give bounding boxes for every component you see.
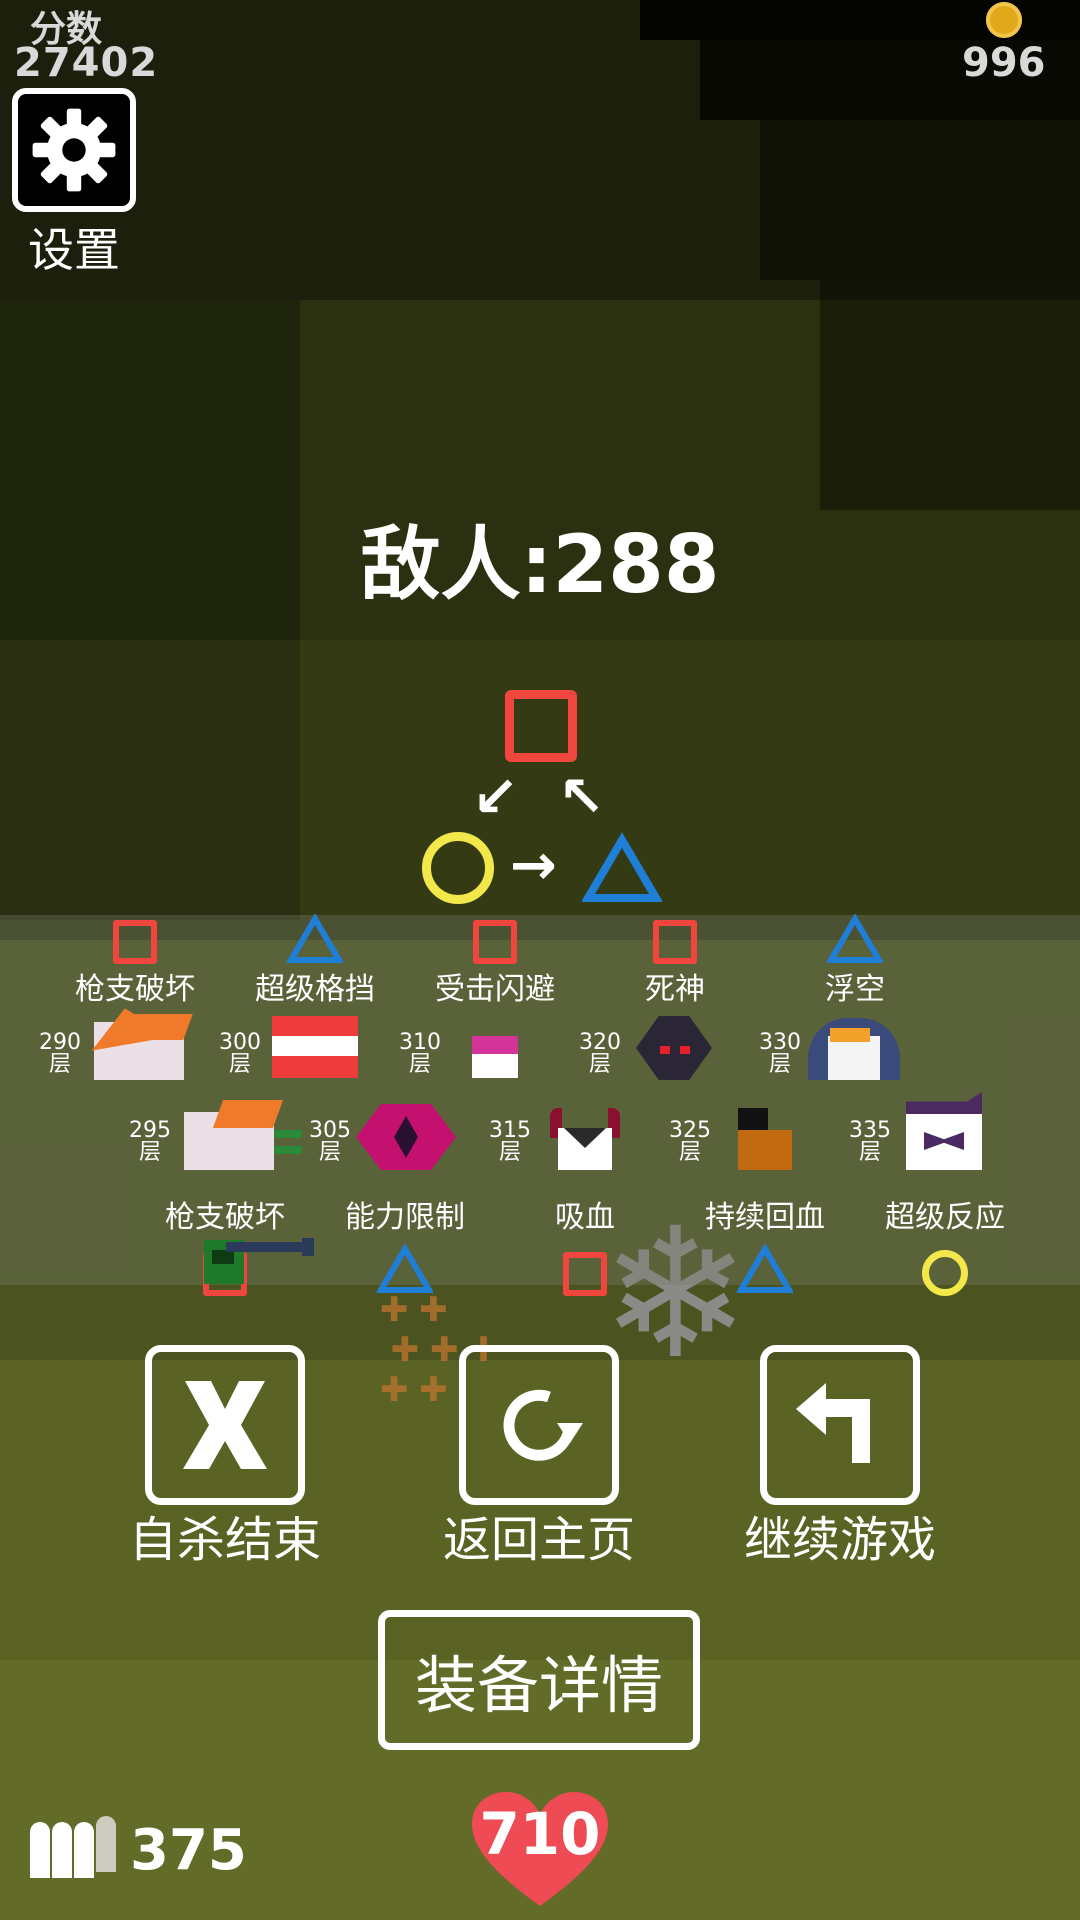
settings-button[interactable]	[12, 88, 136, 212]
skill-bottom-4: 持续回血	[680, 1192, 850, 1294]
equipment-details-label: 装备详情	[414, 1649, 663, 1722]
floor-marker: 315 层	[480, 1120, 540, 1164]
floor-unit: 层	[498, 1140, 521, 1165]
gear-icon	[32, 108, 116, 192]
suicide-end-button[interactable]	[145, 1345, 305, 1505]
boss-portrait-orange-hair	[85, 1001, 193, 1080]
skill-label: 受击闪避	[435, 972, 555, 1007]
boss-portrait-striped-flag	[272, 1016, 358, 1078]
skill-label: 超级格挡	[255, 972, 375, 1007]
skill-top-3: 受击闪避	[410, 920, 580, 1008]
cycle-square-icon	[505, 690, 577, 762]
floor-number: 295	[129, 1118, 171, 1143]
triangle-icon	[827, 914, 883, 963]
skill-label: 超级反应	[885, 1200, 1005, 1235]
player-character	[202, 1236, 314, 1294]
shape-cycle-diagram: ↙ ↖ →	[410, 680, 670, 910]
cycle-circle-icon	[422, 832, 494, 904]
floor-unit: 层	[768, 1052, 791, 1077]
return-home-button[interactable]	[459, 1345, 619, 1505]
skill-top-5: 浮空	[770, 914, 940, 1008]
x-icon	[183, 1381, 267, 1469]
triangle-icon	[737, 1244, 793, 1293]
triangle-icon	[287, 914, 343, 963]
bullets-icon	[30, 1812, 120, 1878]
skill-label: 持续回血	[705, 1200, 825, 1235]
triangle-icon	[377, 1244, 433, 1293]
floor-marker: 320 层	[570, 1032, 630, 1076]
floor-marker: 295 层	[120, 1120, 180, 1164]
floor-number: 325	[669, 1118, 711, 1143]
arrow-right-icon: →	[510, 833, 557, 898]
floor-marker: 290 层	[30, 1032, 90, 1076]
boss-portrait-reaper	[626, 1016, 722, 1080]
floor-number: 330	[759, 1030, 801, 1055]
skill-bottom-5: 超级反应	[860, 1192, 1030, 1296]
floor-marker: 325 层	[660, 1120, 720, 1164]
settings-label: 设置	[28, 223, 120, 277]
floor-unit: 层	[138, 1140, 161, 1165]
floor-number: 335	[849, 1118, 891, 1143]
skill-bottom-3: 吸血	[500, 1192, 670, 1296]
skill-label: 枪支破坏	[165, 1200, 285, 1235]
hp-value: 710	[479, 1800, 601, 1868]
floor-marker: 300 层	[210, 1032, 270, 1076]
cycle-triangle-icon	[582, 832, 662, 902]
boss-portrait-magenta-diamond	[356, 1104, 456, 1170]
boss-portrait-bowtie	[906, 1092, 982, 1170]
boss-portrait-horned	[550, 1108, 620, 1170]
floor-marker: 330 层	[750, 1032, 810, 1076]
floor-unit: 层	[588, 1052, 611, 1077]
skill-top-1: 枪支破坏	[50, 920, 220, 1008]
square-icon	[113, 920, 157, 964]
continue-game-button[interactable]	[760, 1345, 920, 1505]
square-icon	[473, 920, 517, 964]
floor-marker: 305 层	[300, 1120, 360, 1164]
floor-unit: 层	[228, 1052, 251, 1077]
skill-label: 能力限制	[345, 1200, 465, 1235]
boss-portrait-brown-block	[738, 1108, 792, 1170]
refresh-icon	[503, 1389, 583, 1461]
return-arrow-icon	[796, 1383, 870, 1463]
floor-number: 315	[489, 1118, 531, 1143]
skill-top-4: 死神	[590, 920, 760, 1008]
boss-portrait-glasses	[808, 1018, 900, 1080]
coin-icon	[986, 2, 1022, 38]
skill-top-2: 超级格挡	[230, 914, 400, 1008]
square-icon	[563, 1252, 607, 1296]
skill-bottom-2: 能力限制	[320, 1192, 490, 1294]
skill-label: 浮空	[825, 972, 885, 1007]
ammo-count: 375	[130, 1818, 247, 1883]
skill-label: 死神	[645, 972, 705, 1007]
skill-label: 枪支破坏	[75, 972, 195, 1007]
arrow-up-left-icon: ↖	[558, 765, 605, 830]
boss-portrait-pink-white	[472, 1036, 518, 1078]
floor-marker: 310 层	[390, 1032, 450, 1076]
floor-unit: 层	[318, 1140, 341, 1165]
circle-icon	[922, 1250, 968, 1296]
floor-number: 310	[399, 1030, 441, 1055]
coin-value: 996	[962, 40, 1046, 86]
floor-number: 320	[579, 1030, 621, 1055]
floor-unit: 层	[48, 1052, 71, 1077]
floor-number: 305	[309, 1118, 351, 1143]
enemy-count: 敌人:288	[360, 518, 720, 611]
skill-label: 吸血	[555, 1200, 615, 1235]
suicide-end-label: 自杀结束	[128, 1512, 321, 1568]
equipment-details-button[interactable]: 装备详情	[378, 1610, 700, 1750]
floor-number: 290	[39, 1030, 81, 1055]
continue-game-label: 继续游戏	[743, 1512, 936, 1568]
return-home-label: 返回主页	[442, 1512, 635, 1568]
floor-unit: 层	[408, 1052, 431, 1077]
floor-unit: 层	[678, 1140, 701, 1165]
floor-unit: 层	[858, 1140, 881, 1165]
score-value: 27402	[14, 40, 159, 86]
square-icon	[653, 920, 697, 964]
boss-portrait-orange-hair-gun	[178, 1096, 302, 1170]
floor-number: 300	[219, 1030, 261, 1055]
arrow-down-left-icon: ↙	[472, 765, 519, 830]
floor-marker: 335 层	[840, 1120, 900, 1164]
